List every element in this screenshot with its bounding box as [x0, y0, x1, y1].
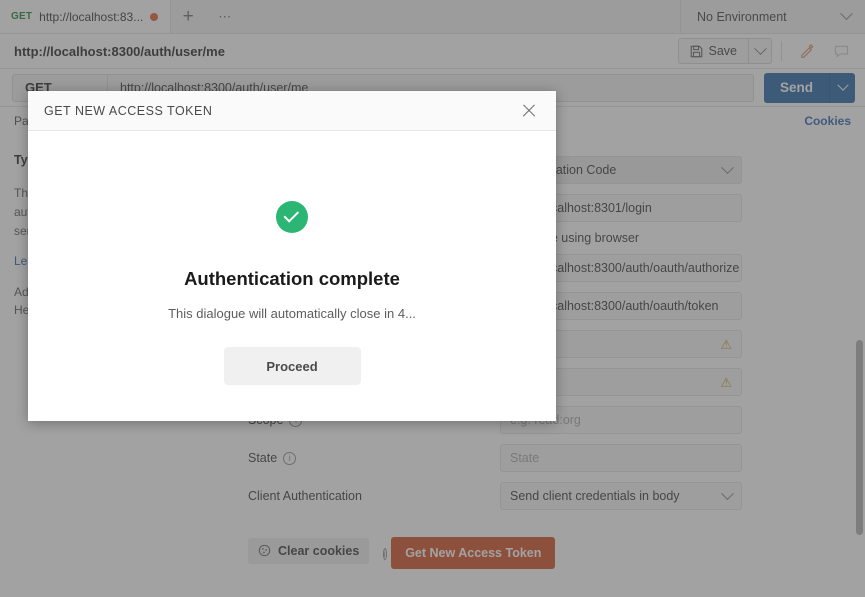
dialog-subtext: This dialogue will automatically close i… — [168, 306, 416, 321]
dialog-heading: Authentication complete — [184, 268, 400, 289]
dialog-body: Authentication complete This dialogue wi… — [28, 131, 556, 421]
get-new-access-token-dialog: GET NEW ACCESS TOKEN Authentication comp… — [28, 91, 556, 421]
proceed-button[interactable]: Proceed — [223, 347, 361, 385]
dialog-header: GET NEW ACCESS TOKEN — [28, 91, 556, 131]
close-icon[interactable] — [518, 100, 540, 122]
success-check-icon — [276, 201, 308, 233]
checkmark-glyph — [283, 207, 300, 223]
dialog-title: GET NEW ACCESS TOKEN — [44, 103, 213, 118]
postman-window: GET http://localhost:83... + ⋯ No Enviro… — [0, 0, 865, 597]
